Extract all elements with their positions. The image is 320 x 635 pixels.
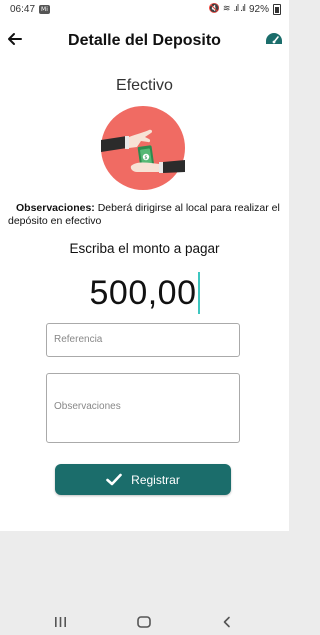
recent-apps-icon [55, 617, 66, 627]
app-content: Detalle del Deposito Efectivo $ Observac… [0, 18, 289, 531]
back-nav-button[interactable] [222, 615, 232, 633]
home-button[interactable] [137, 615, 151, 633]
dashboard-gauge-icon [266, 33, 282, 44]
battery-percent: 92% [248, 3, 269, 15]
mute-icon: 🔇 [208, 4, 220, 14]
battery-icon [273, 3, 281, 15]
home-icon [137, 616, 151, 628]
observations-text: Observaciones: Deberá dirigirse al local… [8, 202, 284, 228]
reference-input[interactable]: Referencia [46, 323, 240, 357]
notification-chip: Mi [39, 4, 50, 14]
wifi-icon: ≋ [222, 4, 230, 14]
payment-method-title: Efectivo [116, 77, 173, 94]
status-time: 06:47 [10, 3, 36, 15]
register-label: Registrar [131, 472, 180, 487]
status-bar: 06:47 Mi 🔇 ≋ .ıl .ıl 92% [0, 0, 289, 18]
observations-label: Observaciones: [16, 202, 95, 214]
header: Detalle del Deposito [0, 18, 289, 64]
back-nav-icon [223, 616, 230, 628]
cash-payment-illustration: $ [101, 106, 185, 190]
register-button[interactable]: Registrar [55, 464, 231, 495]
svg-text:$: $ [144, 155, 147, 161]
recent-apps-button[interactable] [54, 615, 67, 633]
page-title: Detalle del Deposito [68, 32, 221, 49]
status-right: 🔇 ≋ .ıl .ıl 92% [208, 3, 281, 15]
amount-row: 500,00 [0, 272, 289, 314]
amount-prompt: Escriba el monto a pagar [69, 241, 220, 256]
status-left: 06:47 Mi [10, 4, 50, 15]
system-nav-bar [0, 531, 289, 635]
amount-input[interactable]: 500,00 [90, 272, 200, 314]
observations-input[interactable]: Observaciones [46, 373, 240, 443]
cash-hand-icon: $ [101, 106, 185, 190]
signal-icon: .ıl .ıl [233, 4, 246, 14]
dashboard-button[interactable] [265, 32, 283, 46]
check-icon [106, 473, 122, 486]
